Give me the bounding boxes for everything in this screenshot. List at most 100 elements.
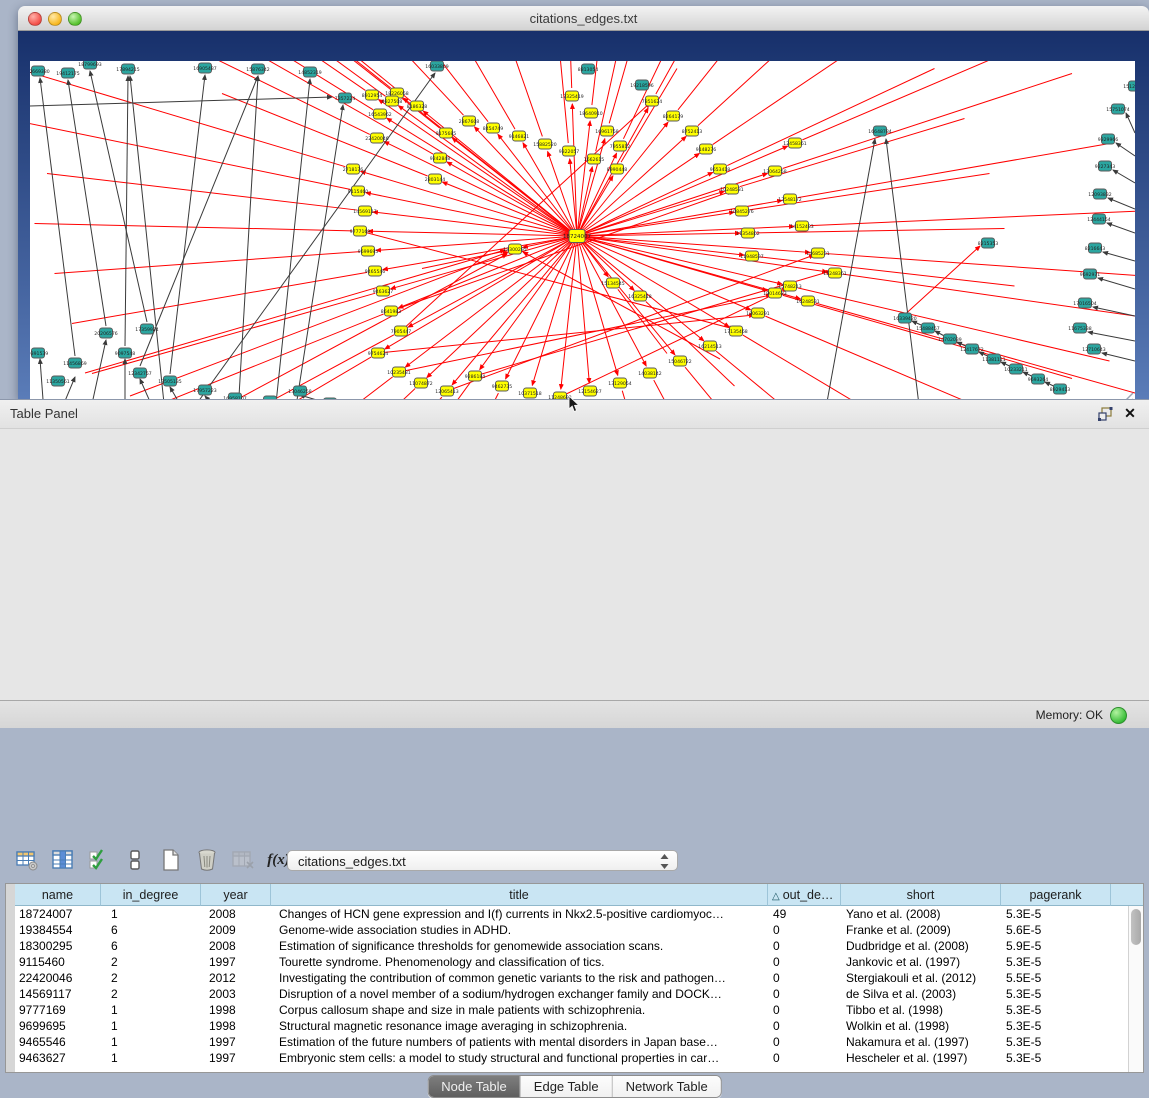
table-row[interactable]: 969969511998Structural magnetic resonanc… [15, 1018, 1128, 1034]
window-titlebar[interactable]: citations_edges.txt [18, 6, 1149, 31]
graph-node[interactable]: 9286184 [465, 371, 486, 381]
graph-edge[interactable] [565, 61, 572, 88]
graph-edge[interactable] [40, 78, 75, 356]
graph-node[interactable]: 12093832 [1088, 189, 1111, 199]
graph-edge[interactable] [596, 61, 620, 151]
table-row[interactable]: 2242004622012Investigating the contribut… [15, 970, 1128, 986]
graph-edge[interactable] [130, 76, 165, 413]
table-row[interactable]: 1830029562008Estimation of significance … [15, 938, 1128, 954]
graph-edge[interactable] [55, 252, 361, 274]
graph-node[interactable]: 15134545 [601, 278, 624, 288]
graph-edge[interactable] [447, 162, 577, 236]
column-header-out_de[interactable]: △out_de… [768, 884, 841, 906]
table-row[interactable]: 1456911722003Disruption of a novel membe… [15, 986, 1128, 1002]
graph-edge[interactable] [92, 293, 375, 373]
column-header-year[interactable]: year [201, 884, 271, 906]
graph-edge[interactable] [30, 69, 345, 167]
new-table-icon[interactable] [158, 848, 183, 873]
graph-edge[interactable] [125, 76, 128, 346]
graph-edge[interactable] [1108, 198, 1135, 209]
graph-node[interactable]: 16905487 [193, 63, 216, 73]
graph-node[interactable]: 9097548 [115, 348, 136, 358]
graph-node[interactable]: 14702039 [938, 334, 961, 344]
graph-node[interactable]: 19218596 [630, 80, 653, 90]
graph-node[interactable]: 18799693 [78, 61, 101, 69]
graph-node[interactable]: 11675338 [1068, 323, 1091, 333]
graph-node[interactable]: 13064258 [763, 166, 786, 176]
graph-edge[interactable] [140, 76, 258, 366]
graph-node[interactable]: 11354862 [736, 228, 759, 238]
graph-node[interactable]: 16543962 [368, 109, 391, 119]
graph-edge[interactable] [1116, 143, 1135, 156]
graph-edge[interactable] [1093, 307, 1135, 316]
delete-table-icon[interactable] [194, 848, 219, 873]
graph-node[interactable]: 9754624 [368, 348, 389, 358]
graph-node[interactable]: 9115460 [348, 186, 369, 196]
row-selection-icon[interactable] [86, 848, 111, 873]
graph-node[interactable]: 14852319 [298, 67, 321, 77]
table-settings-icon[interactable] [14, 848, 39, 873]
graph-edge[interactable] [47, 174, 357, 211]
graph-node[interactable]: 18640910 [579, 108, 602, 118]
graph-edge[interactable] [577, 172, 713, 236]
graph-edge[interactable] [802, 61, 1122, 140]
network-graph[interactable]: 8912954182260581654396222420046982750881… [30, 61, 1135, 413]
graph-edge[interactable] [72, 272, 367, 323]
graph-node[interactable]: 20669380 [30, 66, 50, 76]
graph-node[interactable]: 9777169 [350, 226, 371, 236]
tab-network-table[interactable]: Network Table [612, 1076, 721, 1097]
graph-edge[interactable] [387, 118, 577, 236]
graph-node[interactable]: 15046722 [668, 356, 691, 366]
graph-node[interactable]: 8990448 [607, 164, 628, 174]
column-header-short[interactable]: short [841, 884, 1001, 906]
graph-edge[interactable] [577, 122, 668, 236]
graph-node[interactable]: 2867608 [459, 116, 480, 126]
graph-node[interactable]: 1662615 [584, 154, 605, 164]
graph-edge[interactable] [783, 295, 1072, 378]
graph-edge[interactable] [85, 250, 505, 373]
graph-edge[interactable] [399, 295, 771, 372]
graph-node[interactable]: 16961758 [595, 126, 618, 136]
graph-node[interactable]: 8215353 [978, 238, 999, 248]
graph-node[interactable]: 9692971 [1080, 269, 1101, 279]
table-row[interactable]: 1938455462009Genome-wide association stu… [15, 922, 1128, 938]
graph-edge[interactable] [1098, 278, 1135, 289]
graph-edge[interactable] [577, 236, 751, 310]
graph-edge[interactable] [360, 231, 734, 329]
graph-edge[interactable] [30, 97, 332, 106]
scrollbar-thumb[interactable] [1131, 909, 1141, 945]
graph-edge[interactable] [1103, 252, 1135, 261]
graph-edge[interactable] [1113, 170, 1135, 183]
graph-node[interactable]: 9148276 [696, 144, 717, 154]
graph-edge[interactable] [577, 146, 788, 236]
column-header-name[interactable]: name [15, 884, 101, 906]
graph-node[interactable]: 11456869 [63, 358, 86, 368]
graph-edge[interactable] [886, 139, 920, 413]
merge-tables-icon[interactable] [122, 848, 147, 873]
graph-node[interactable]: 9465546 [365, 266, 386, 276]
graph-node[interactable]: 15248361 [823, 268, 846, 278]
graph-edge[interactable] [577, 167, 592, 236]
tab-node-table[interactable]: Node Table [428, 1076, 520, 1097]
graph-edge[interactable] [557, 61, 568, 143]
graph-node[interactable]: 16325418 [628, 291, 651, 301]
graph-node[interactable]: 8641983 [381, 306, 402, 316]
graph-edge[interactable] [447, 255, 814, 391]
graph-node[interactable]: 10371518 [518, 388, 541, 398]
tab-edge-table[interactable]: Edge Table [520, 1076, 612, 1097]
graph-node[interactable]: 2803144 [425, 174, 446, 184]
graph-edge[interactable] [900, 246, 980, 319]
graph-node[interactable]: 9322057 [559, 146, 580, 156]
graph-node[interactable]: 17894215 [116, 64, 139, 74]
table-row[interactable]: 977716911998Corpus callosum shape and si… [15, 1002, 1128, 1018]
graph-node[interactable]: 11948537 [740, 251, 763, 261]
graph-edge[interactable] [35, 224, 353, 231]
graph-node[interactable]: 8454749 [483, 123, 504, 133]
graph-node[interactable]: 12710643 [1082, 344, 1105, 354]
table-selector-dropdown[interactable]: citations_edges.txt [287, 850, 678, 871]
graph-node[interactable]: 9699695 [358, 246, 379, 256]
graph-node[interactable]: 9242848 [430, 153, 451, 163]
graph-edge[interactable] [577, 121, 590, 236]
graph-edge[interactable] [798, 144, 1110, 198]
graph-node[interactable]: 12154627 [578, 386, 601, 396]
